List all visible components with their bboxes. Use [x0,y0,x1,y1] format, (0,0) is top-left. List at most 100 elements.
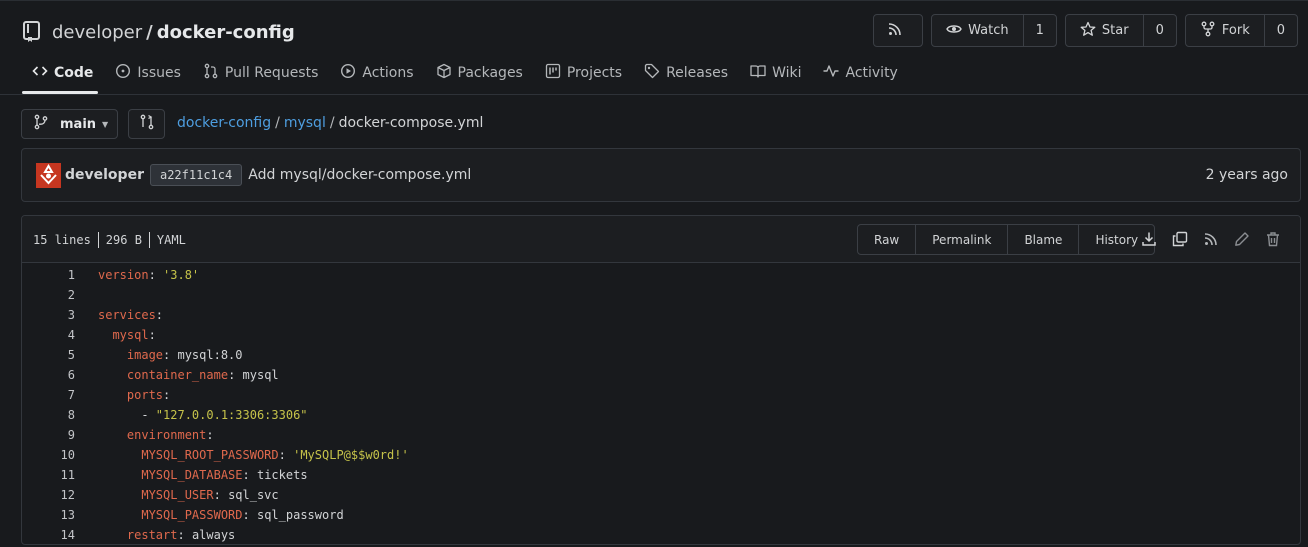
repo-header: developer / docker-config [22,18,295,46]
trash-icon[interactable] [1264,230,1282,248]
repo-name-link[interactable]: docker-config [157,22,295,43]
branch-selector[interactable]: main ▼ [21,109,118,139]
line-number[interactable]: 1 [22,268,76,282]
line-number[interactable]: 6 [22,368,76,382]
yaml-separator: : [163,388,171,402]
yaml-separator: : [148,328,156,342]
line-number[interactable]: 5 [22,348,76,362]
repo-title-separator: / [146,21,153,43]
yaml-key: environment [126,428,207,442]
tab-releases[interactable]: Releases [634,58,738,88]
tab-pull-requests-label: Pull Requests [224,65,319,81]
line-number[interactable]: 7 [22,388,76,402]
commit-author-link[interactable]: developer [65,167,144,183]
yaml-separator: : [155,308,164,322]
yaml-separator: : [278,448,294,462]
raw-button[interactable]: Raw [858,225,915,254]
breadcrumb-repo-link[interactable]: docker-config [177,115,271,131]
tab-packages[interactable]: Packages [426,58,533,88]
watch-button[interactable]: Watch [932,15,1022,46]
tab-projects[interactable]: Projects [535,58,632,88]
line-number[interactable]: 11 [22,468,76,482]
edit-icon[interactable] [1233,230,1251,248]
tab-actions[interactable]: Actions [330,58,423,88]
line-number[interactable]: 12 [22,488,76,502]
code-line: 11 MYSQL_DATABASE: tickets [22,465,1300,485]
blame-button[interactable]: Blame [1007,225,1078,254]
code-indent: - [98,408,156,422]
tab-issues[interactable]: Issues [105,58,191,88]
tab-activity-label: Activity [845,65,898,81]
yaml-key: services [98,308,156,322]
yaml-value: always [191,528,236,542]
yaml-value: mysql:8.0 [177,348,243,362]
code-content: restart: always [98,528,235,542]
commit-sha-link[interactable]: a22f11c1c4 [149,164,243,186]
star-button-group: Star 0 [1064,14,1177,47]
star-count[interactable]: 0 [1142,15,1176,46]
line-number[interactable]: 9 [22,428,76,442]
star-button[interactable]: Star [1066,15,1143,46]
tab-packages-label: Packages [457,65,523,81]
file-language: YAML [156,233,186,247]
line-number[interactable]: 2 [22,288,76,302]
rss-icon[interactable] [1202,230,1220,248]
code-line: 2 [22,285,1300,305]
line-number[interactable]: 10 [22,448,76,462]
yaml-key: restart [126,528,178,542]
watch-count[interactable]: 1 [1022,15,1056,46]
tab-activity[interactable]: Activity [813,58,907,88]
tab-wiki[interactable]: Wiki [740,58,811,88]
code-viewer: 1 version: '3.8' 2 3 services: 4 mysql: 5 imag… [22,263,1300,544]
fork-button[interactable]: Fork [1186,15,1264,46]
yaml-key: MYSQL_PASSWORD [141,508,243,522]
commit-message-link[interactable]: Add mysql/docker-compose.yml [248,167,471,183]
line-number[interactable]: 13 [22,508,76,522]
line-number[interactable]: 8 [22,408,76,422]
permalink-button[interactable]: Permalink [915,225,1007,254]
compare-button[interactable] [128,109,165,139]
yaml-separator: : [242,468,257,482]
avatar[interactable] [36,162,61,188]
line-number[interactable]: 4 [22,328,76,342]
yaml-value: sql_password [256,508,344,522]
yaml-key: MYSQL_USER [141,488,214,502]
code-content: MYSQL_ROOT_PASSWORD: 'MySQLP@$$w0rd!' [98,448,408,462]
breadcrumb-separator: / [329,115,335,131]
code-line: 8 - "127.0.0.1:3306:3306" [22,405,1300,425]
code-line: 13 MYSQL_PASSWORD: sql_password [22,505,1300,525]
code-line: 3 services: [22,305,1300,325]
tab-code-label: Code [54,65,94,81]
watch-button-group: Watch 1 [931,14,1057,47]
breadcrumb-dir-link[interactable]: mysql [284,115,326,131]
rss-button[interactable] [873,14,924,47]
star-icon [1080,21,1102,41]
watch-label: Watch [968,23,1009,38]
line-number[interactable]: 14 [22,528,76,542]
yaml-key: mysql [112,328,149,342]
tab-code[interactable]: Code [22,58,103,88]
line-number[interactable]: 3 [22,308,76,322]
code-icon [32,63,54,83]
tab-releases-label: Releases [666,65,729,81]
tab-pull-requests[interactable]: Pull Requests [193,58,328,88]
code-line: 14 restart: always [22,525,1300,544]
repo-owner-link[interactable]: developer [52,22,142,43]
copy-icon[interactable] [1171,230,1189,248]
code-line: 12 MYSQL_USER: sql_svc [22,485,1300,505]
repo-tabs: Code Issues Pull Requests Actions Packag… [22,58,910,94]
code-line: 5 image: mysql:8.0 [22,345,1300,365]
tab-actions-label: Actions [362,65,414,81]
fork-count[interactable]: 0 [1263,15,1297,46]
breadcrumb-separator: / [275,115,280,131]
repo-icon [22,21,42,43]
pulse-icon [823,63,845,83]
download-icon[interactable] [1140,230,1158,248]
branch-icon [34,114,60,134]
